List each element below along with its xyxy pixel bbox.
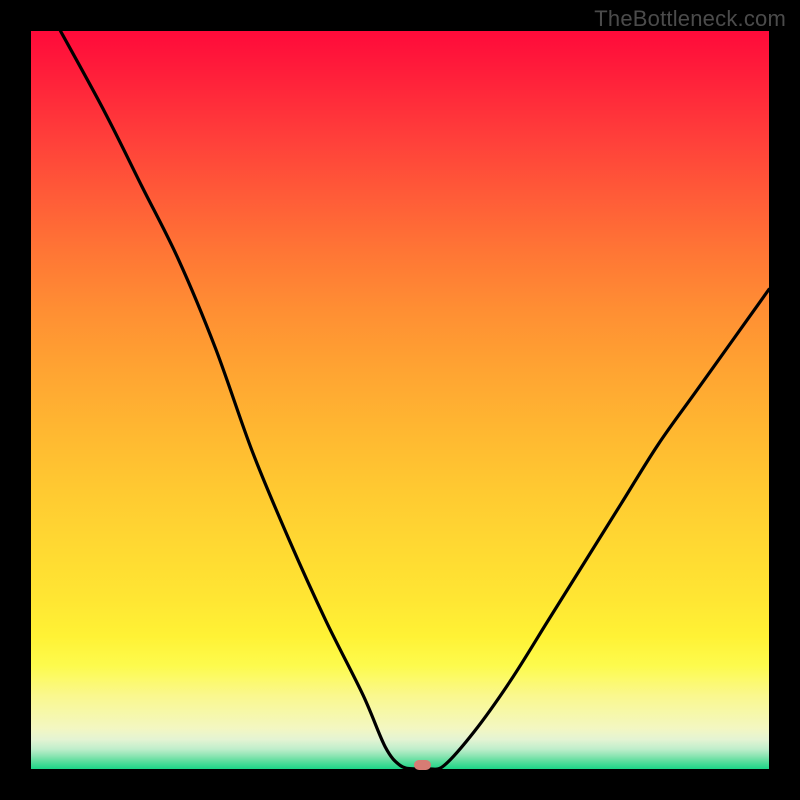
min-marker xyxy=(414,760,431,770)
bottleneck-curve xyxy=(31,31,769,769)
plot-area xyxy=(31,31,769,769)
watermark-text: TheBottleneck.com xyxy=(594,6,786,32)
curve-path xyxy=(61,31,770,769)
chart-frame: TheBottleneck.com xyxy=(0,0,800,800)
